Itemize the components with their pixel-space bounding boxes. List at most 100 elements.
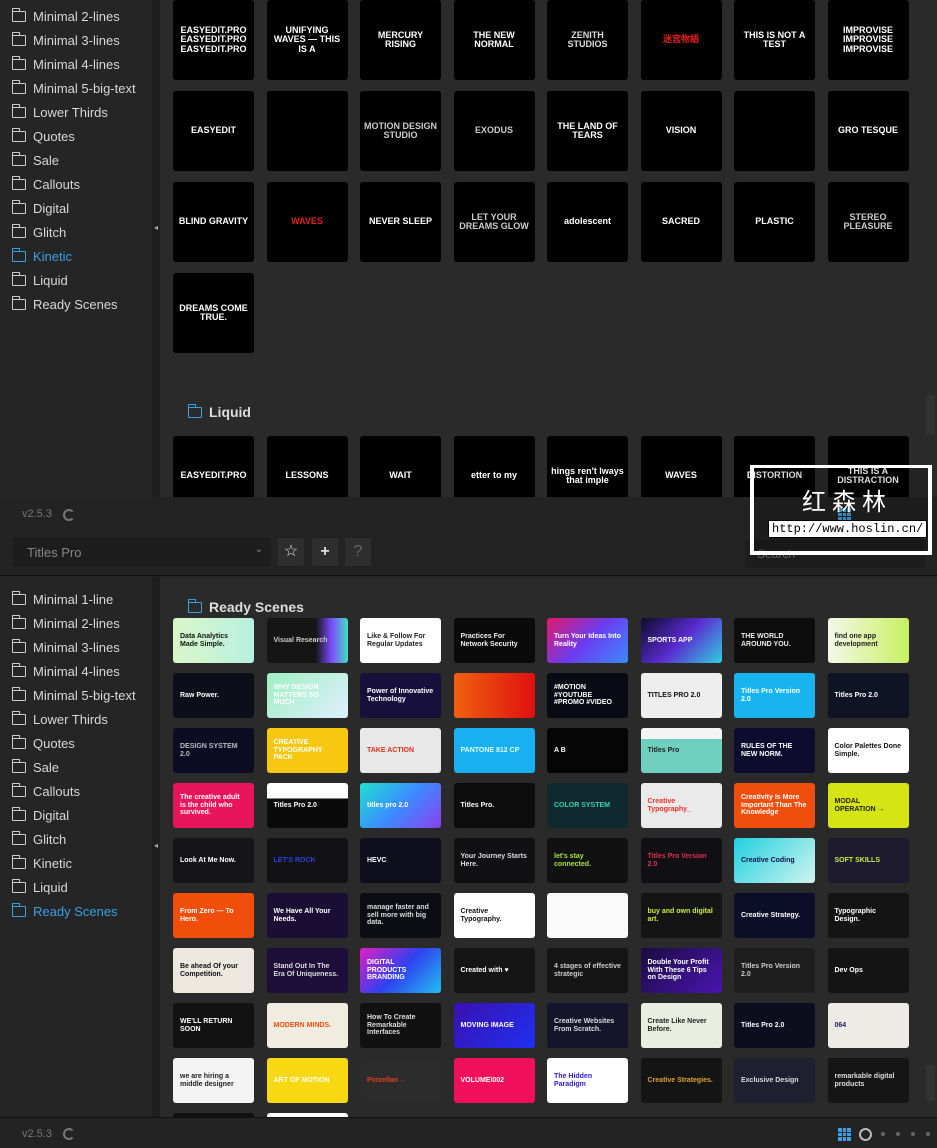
template-thumbnail[interactable]: THE WORLD AROUND YOU. xyxy=(734,618,815,663)
sidebar-item-liquid[interactable]: Liquid xyxy=(12,877,68,897)
help-button[interactable]: ? xyxy=(345,538,371,566)
collapse-arrow-icon[interactable]: ◂ xyxy=(152,841,160,850)
sidebar-item-kinetic[interactable]: Kinetic xyxy=(12,853,72,873)
sidebar-item-ready-scenes[interactable]: Ready Scenes xyxy=(12,901,118,921)
template-thumbnail[interactable]: ZENITH STUDIOS xyxy=(547,0,628,80)
sidebar-collapse-handle[interactable]: ◂ xyxy=(152,0,160,497)
template-thumbnail[interactable]: Titles Pro 2.0 xyxy=(266,783,348,828)
sidebar-item-lower-thirds[interactable]: Lower Thirds xyxy=(12,102,108,122)
template-thumbnail[interactable]: 064 xyxy=(827,1003,909,1048)
sidebar-item-digital[interactable]: Digital xyxy=(12,198,69,218)
template-thumbnail[interactable]: VOLUME\002 xyxy=(453,1058,535,1103)
collapse-arrow-icon[interactable]: ◂ xyxy=(152,223,160,232)
scrollbar[interactable] xyxy=(926,1065,935,1101)
refresh-icon[interactable] xyxy=(63,509,75,521)
template-thumbnail[interactable]: THE LAND OF TEARS xyxy=(547,91,628,171)
template-thumbnail[interactable]: manage faster and sell more with big dat… xyxy=(360,893,441,938)
template-thumbnail[interactable]: SOFT SKILLS xyxy=(827,838,909,883)
template-thumbnail[interactable]: Titles Pro 2.0 xyxy=(827,673,909,718)
grid-view-icon[interactable] xyxy=(838,1128,851,1141)
sidebar-item-minimal-3-lines[interactable]: Minimal 3-lines xyxy=(12,637,120,657)
template-thumbnail[interactable]: How To Create Remarkable Interfaces xyxy=(360,1003,441,1048)
template-thumbnail[interactable]: TAKE ACTION xyxy=(360,728,441,773)
sidebar-item-minimal-5-big-text[interactable]: Minimal 5-big-text xyxy=(12,685,136,705)
template-thumbnail[interactable] xyxy=(266,91,348,171)
template-thumbnail[interactable]: WAIT xyxy=(360,436,441,497)
template-thumbnail[interactable]: Look At Me Now. xyxy=(173,838,254,883)
template-thumbnail[interactable]: DESIGN SYSTEM 2.0 xyxy=(173,728,254,773)
template-thumbnail[interactable]: remarkable digital products xyxy=(827,1058,909,1103)
template-thumbnail[interactable]: Power of Innovative Technology xyxy=(360,673,441,718)
sidebar-item-lower-thirds[interactable]: Lower Thirds xyxy=(12,709,108,729)
template-thumbnail[interactable]: MODAL OPERATION → xyxy=(827,783,909,828)
template-thumbnail[interactable]: Creative Strategy. xyxy=(734,893,815,938)
sidebar-item-minimal-5-big-text[interactable]: Minimal 5-big-text xyxy=(12,78,136,98)
sidebar-item-kinetic[interactable]: Kinetic xyxy=(12,246,72,266)
template-thumbnail[interactable]: MODERN MINDS. xyxy=(266,1003,348,1048)
template-thumbnail[interactable]: Visual Research xyxy=(266,618,348,663)
template-thumbnail[interactable] xyxy=(734,91,815,171)
slider-dot[interactable] xyxy=(896,1132,900,1136)
sidebar-item-minimal-2-lines[interactable]: Minimal 2-lines xyxy=(12,613,120,633)
template-thumbnail[interactable]: EASYEDIT.PRO xyxy=(173,436,254,497)
template-thumbnail[interactable]: CREATIVE TYPOGRAPHY PACK xyxy=(266,728,348,773)
refresh-icon[interactable] xyxy=(63,1128,75,1140)
template-thumbnail[interactable]: A B xyxy=(547,728,628,773)
template-thumbnail[interactable]: UNIFYING WAVES — THIS IS A xyxy=(266,0,348,80)
add-button[interactable]: + xyxy=(312,538,338,566)
slider-dot[interactable] xyxy=(881,1132,885,1136)
template-thumbnail[interactable]: DREAMS COME TRUE. xyxy=(173,273,254,353)
template-thumbnail[interactable]: Titles Pro xyxy=(640,728,722,773)
template-thumbnail[interactable]: Creativity Is More Important Than The Kn… xyxy=(734,783,815,828)
slider-dot[interactable] xyxy=(911,1132,915,1136)
template-thumbnail[interactable]: Titles Pro Version 2.0 xyxy=(640,838,722,883)
sidebar-item-sale[interactable]: Sale xyxy=(12,150,59,170)
template-thumbnail[interactable] xyxy=(453,673,535,718)
template-thumbnail[interactable]: LET YOUR DREAMS GLOW xyxy=(453,182,535,262)
template-thumbnail[interactable]: Titles Pro. xyxy=(453,783,535,828)
template-thumbnail[interactable]: Creative Strategies. xyxy=(640,1058,722,1103)
template-thumbnail[interactable]: LESSONS xyxy=(266,436,348,497)
template-thumbnail[interactable]: 迷宫物語 xyxy=(640,0,722,80)
template-thumbnail[interactable]: buy and own digital art. xyxy=(640,893,722,938)
template-thumbnail[interactable]: PANTONE 812 CP xyxy=(453,728,535,773)
template-thumbnail[interactable]: We Have All Your Needs. xyxy=(266,893,348,938)
template-thumbnail[interactable]: Creative Coding xyxy=(734,838,815,883)
template-thumbnail[interactable]: Turn Your Ideas Into Reality xyxy=(547,618,628,663)
template-thumbnail[interactable]: SACRED xyxy=(640,182,722,262)
template-thumbnail[interactable]: Titles Pro Version 2.0 xyxy=(734,948,815,993)
template-thumbnail[interactable]: hings ren't lways that imple xyxy=(547,436,628,497)
template-thumbnail[interactable]: MOTION DESIGN STUDIO xyxy=(360,91,441,171)
template-thumbnail[interactable]: VISION xyxy=(640,91,722,171)
template-thumbnail[interactable] xyxy=(547,893,628,938)
template-thumbnail[interactable]: The creative adult is the child who surv… xyxy=(173,783,254,828)
sidebar-item-quotes[interactable]: Quotes xyxy=(12,126,75,146)
sidebar-item-minimal-1-line[interactable]: Minimal 1-line xyxy=(12,589,113,609)
template-thumbnail[interactable]: ART OF MOTION xyxy=(266,1058,348,1103)
template-thumbnail[interactable]: PLASTIC xyxy=(734,182,815,262)
sidebar-item-minimal-3-lines[interactable]: Minimal 3-lines xyxy=(12,30,120,50)
template-thumbnail[interactable]: etter to my xyxy=(453,436,535,497)
template-thumbnail[interactable]: Data Analytics Made Simple. xyxy=(173,618,254,663)
template-thumbnail[interactable]: STEREO PLEASURE xyxy=(827,182,909,262)
template-thumbnail[interactable]: Your Journey Starts Here. xyxy=(453,838,535,883)
template-thumbnail[interactable]: From Zero — To Hero. xyxy=(173,893,254,938)
sidebar-item-callouts[interactable]: Callouts xyxy=(12,781,80,801)
template-thumbnail[interactable]: WE'LL RETURN SOON xyxy=(173,1003,254,1048)
template-thumbnail[interactable]: DIGITAL PRODUCTS BRANDING xyxy=(360,948,441,993)
template-thumbnail[interactable]: EASYEDIT xyxy=(173,91,254,171)
template-thumbnail[interactable]: titles pro 2.0 xyxy=(360,783,441,828)
template-thumbnail[interactable]: Porzellan→ xyxy=(360,1058,441,1103)
sidebar-collapse-handle[interactable]: ◂ xyxy=(152,577,160,1117)
template-thumbnail[interactable]: Creative Typography. xyxy=(453,893,535,938)
template-thumbnail[interactable]: The Hidden Paradigm xyxy=(547,1058,628,1103)
template-thumbnail[interactable]: Creative Typography_ xyxy=(640,783,722,828)
template-thumbnail[interactable]: MOVING IMAGE xyxy=(453,1003,535,1048)
template-thumbnail[interactable]: Create Like Never Before. xyxy=(640,1003,722,1048)
template-thumbnail[interactable]: RULES OF THE NEW NORM. xyxy=(734,728,815,773)
template-thumbnail[interactable]: BLIND GRAVITY xyxy=(173,182,254,262)
sidebar-item-minimal-4-lines[interactable]: Minimal 4-lines xyxy=(12,54,120,74)
template-thumbnail[interactable]: we are hiring a middle designer xyxy=(173,1058,254,1103)
template-thumbnail[interactable]: TITLES PRO 2.0 xyxy=(640,673,722,718)
template-thumbnail[interactable]: 4 stages of effective strategic xyxy=(547,948,628,993)
